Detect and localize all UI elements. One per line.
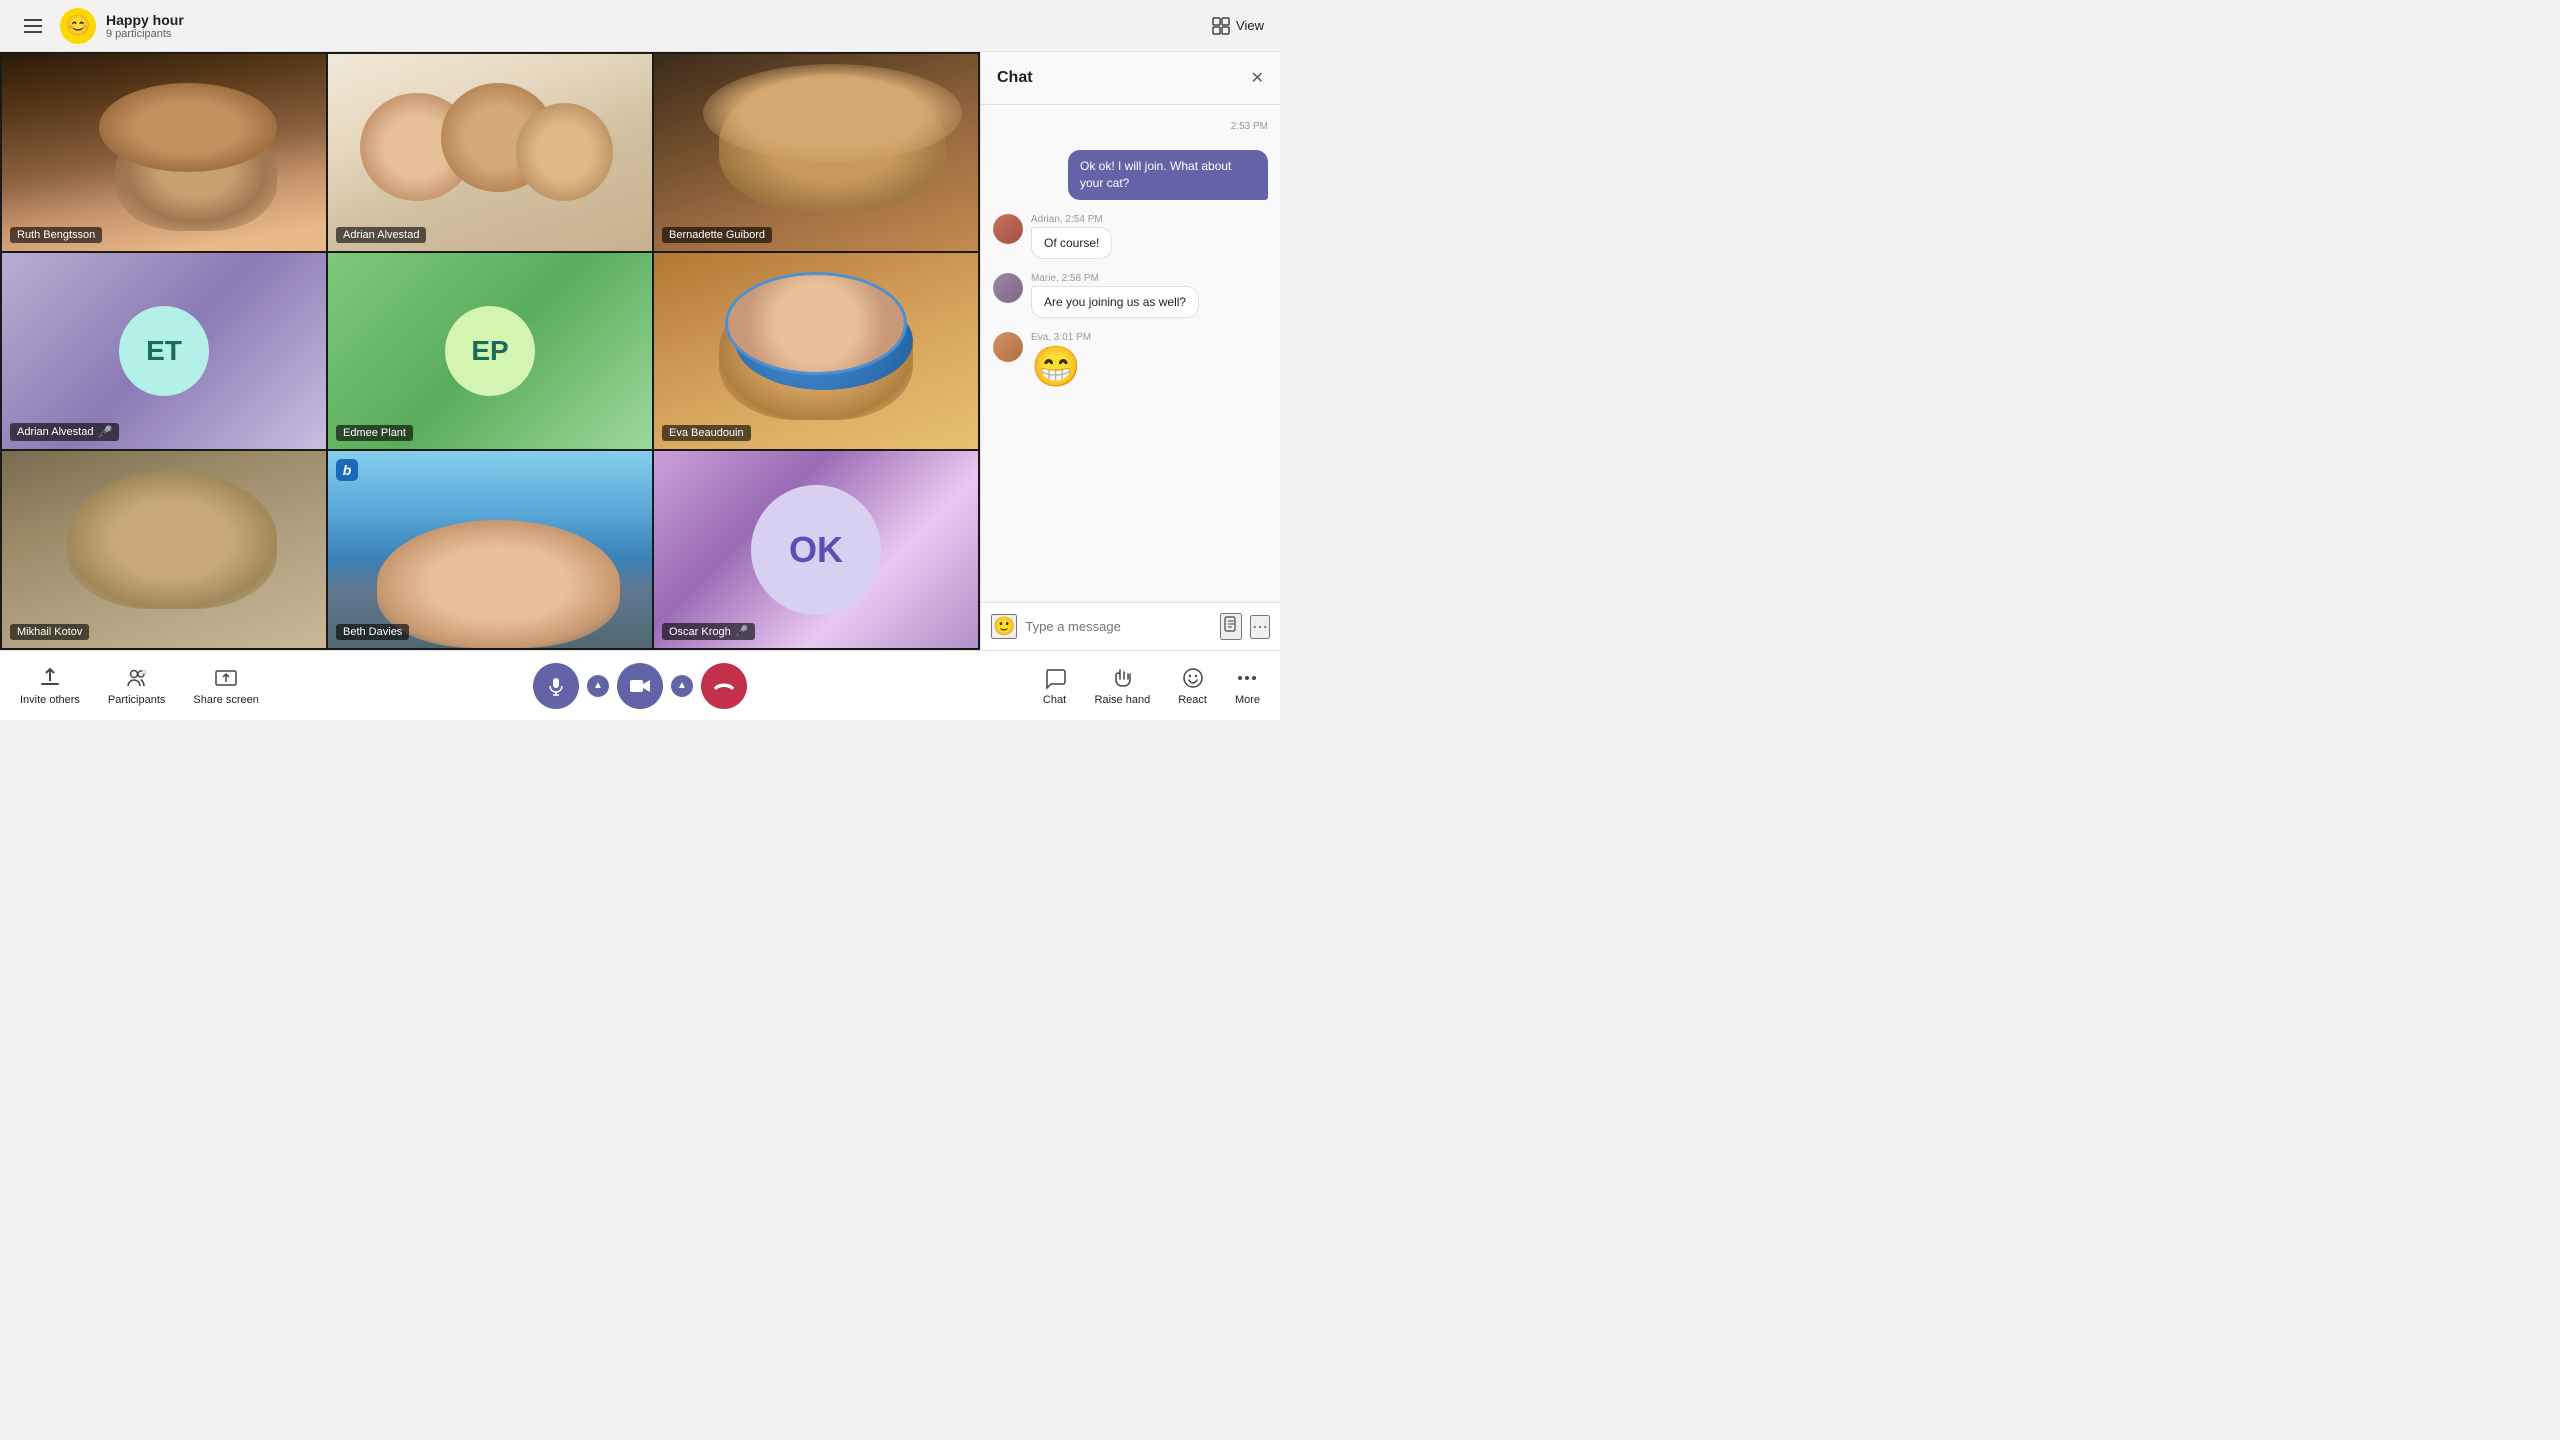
sender-info-eva: Eva, 3:01 PM [1031, 332, 1091, 343]
avatar-eva-chat [993, 332, 1023, 362]
sender-info-marie: Marie, 2:58 PM [1031, 273, 1199, 284]
video-grid: Ruth Bengtsson Adrian Alvestad Bernadett… [0, 52, 980, 650]
attach-icon [1222, 615, 1240, 633]
video-icon [629, 676, 651, 696]
invite-icon [38, 666, 62, 690]
avatar-ok: OK [751, 485, 881, 615]
participants-count: 9 participants [106, 28, 184, 40]
avatar-ep: EP [445, 306, 535, 396]
video-chevron-button[interactable]: ▲ [671, 675, 693, 697]
raise-hand-label: Raise hand [1095, 694, 1151, 706]
avatar-adrian-chat [993, 214, 1023, 244]
name-tag-beth: Beth Davies [336, 624, 409, 640]
video-button[interactable] [617, 663, 663, 709]
message-adrian: Adrian, 2:54 PM Of course! [993, 214, 1268, 259]
toolbar-left: Invite others Participants Share screen [20, 666, 259, 706]
name-tag-adrian-group: Adrian Alvestad [336, 227, 426, 243]
chat-toolbar-icon [1043, 666, 1067, 690]
invite-button[interactable]: Invite others [20, 666, 80, 706]
more-label: More [1235, 694, 1260, 706]
message-content-marie: Marie, 2:58 PM Are you joining us as wel… [1031, 273, 1199, 318]
name-tag-ep: Edmee Plant [336, 425, 413, 441]
chat-header: Chat ✕ [981, 52, 1280, 105]
my-bubble-1: Ok ok! I will join. What about your cat? [1068, 150, 1268, 200]
main-content: Ruth Bengtsson Adrian Alvestad Bernadett… [0, 52, 1280, 650]
video-cell-et: ET Adrian Alvestad 🎤 [2, 253, 326, 450]
name-tag-eva: Eva Beaudouin [662, 425, 751, 441]
chat-input-area: 🙂 ⋯ [981, 602, 1280, 650]
video-cell-eva: Eva Beaudouin [654, 253, 978, 450]
emoji-picker-button[interactable]: 🙂 [991, 614, 1017, 639]
grid-icon [1212, 17, 1230, 35]
mic-icon [546, 676, 566, 696]
bubble-marie: Are you joining us as well? [1031, 286, 1199, 318]
name-tag-ruth: Ruth Bengtsson [10, 227, 102, 243]
end-call-button[interactable] [701, 663, 747, 709]
video-cell-ok: OK Oscar Krogh 🎤 [654, 451, 978, 648]
my-message-1: Ok ok! I will join. What about your cat? [1068, 150, 1268, 200]
avatar-marie-chat [993, 273, 1023, 303]
header-left: 😊 Happy hour 9 participants [16, 8, 184, 44]
video-cell-beth: b Beth Davies [328, 451, 652, 648]
name-tag-et: Adrian Alvestad 🎤 [10, 423, 119, 441]
name-tag-bernadette: Bernadette Guibord [662, 227, 772, 243]
bubble-eva-emoji: 😁 [1031, 345, 1091, 389]
hamburger-menu[interactable] [16, 11, 50, 41]
header: 😊 Happy hour 9 participants View [0, 0, 1280, 52]
mic-chevron-button[interactable]: ▲ [587, 675, 609, 697]
chat-panel: Chat ✕ 2:53 PM Ok ok! I will join. What … [980, 52, 1280, 650]
avatar-et: ET [119, 306, 209, 396]
name-tag-mikhail: Mikhail Kotov [10, 624, 89, 640]
chat-button[interactable]: Chat [1043, 666, 1067, 706]
share-screen-button[interactable]: Share screen [193, 666, 258, 706]
end-call-icon [712, 678, 736, 694]
chat-close-button[interactable]: ✕ [1251, 68, 1264, 88]
more-button[interactable]: More [1235, 666, 1260, 706]
invite-label: Invite others [20, 694, 80, 706]
message-marie: Marie, 2:58 PM Are you joining us as wel… [993, 273, 1268, 318]
participants-label: Participants [108, 694, 165, 706]
video-cell-bernadette: Bernadette Guibord [654, 54, 978, 251]
message-content-eva: Eva, 3:01 PM 😁 [1031, 332, 1091, 389]
participants-button[interactable]: Participants [108, 666, 165, 706]
message-content-adrian: Adrian, 2:54 PM Of course! [1031, 214, 1112, 259]
view-label: View [1236, 18, 1264, 33]
participants-icon [125, 666, 149, 690]
react-label: React [1178, 694, 1207, 706]
more-icon [1235, 666, 1259, 690]
mic-button[interactable] [533, 663, 579, 709]
sender-info-adrian: Adrian, 2:54 PM [1031, 214, 1112, 225]
view-button[interactable]: View [1212, 17, 1264, 35]
react-button[interactable]: React [1178, 666, 1207, 706]
app-icon: 😊 [60, 8, 96, 44]
toolbar-center: ▲ ▲ [533, 663, 747, 709]
toolbar-right: Chat Raise hand React [1043, 666, 1260, 706]
header-title: Happy hour 9 participants [106, 12, 184, 40]
chat-title: Chat [997, 69, 1033, 87]
video-cell-ep: EP Edmee Plant [328, 253, 652, 450]
timestamp-my: 2:53 PM [993, 121, 1268, 132]
react-icon [1181, 666, 1205, 690]
mic-ok-icon: 🎤 [735, 625, 749, 638]
name-tag-ok: Oscar Krogh 🎤 [662, 623, 755, 640]
more-input-button[interactable]: ⋯ [1250, 615, 1270, 639]
share-screen-label: Share screen [193, 694, 258, 706]
attach-button[interactable] [1220, 613, 1242, 640]
video-cell-mikhail: Mikhail Kotov [2, 451, 326, 648]
mic-muted-icon: 🎤 [97, 425, 112, 439]
chat-toolbar-label: Chat [1043, 694, 1066, 706]
raise-hand-icon [1110, 666, 1134, 690]
chat-messages: 2:53 PM Ok ok! I will join. What about y… [981, 105, 1280, 602]
message-eva: Eva, 3:01 PM 😁 [993, 332, 1268, 389]
bubble-adrian: Of course! [1031, 227, 1112, 259]
raise-hand-button[interactable]: Raise hand [1095, 666, 1151, 706]
video-cell-ruth: Ruth Bengtsson [2, 54, 326, 251]
toolbar: Invite others Participants Share screen [0, 650, 1280, 720]
share-screen-icon [214, 666, 238, 690]
video-cell-adrian: Adrian Alvestad [328, 54, 652, 251]
message-input[interactable] [1025, 619, 1212, 634]
meeting-title: Happy hour [106, 12, 184, 28]
